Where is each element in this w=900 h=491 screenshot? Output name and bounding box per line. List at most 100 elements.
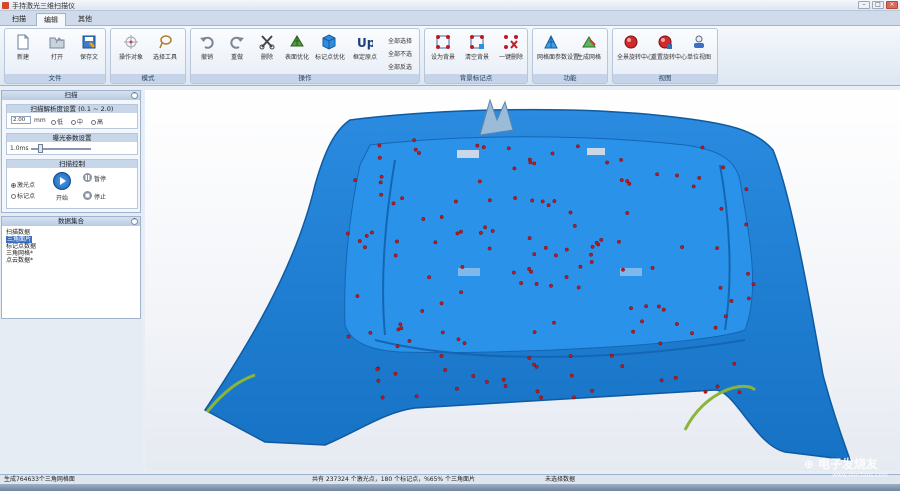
- stop-button[interactable]: [83, 191, 92, 200]
- mesh-optimize-icon: [290, 35, 304, 47]
- marker-point: [420, 309, 425, 313]
- unit-view-button[interactable]: 单位视图: [685, 34, 713, 61]
- slot-1: [458, 268, 480, 276]
- marker-point: [590, 388, 594, 393]
- marker-point: [568, 210, 573, 215]
- set-origin-button[interactable]: Up 框定原点: [351, 34, 379, 61]
- collapse-icon[interactable]: ⌃: [131, 92, 138, 99]
- marker-point: [650, 265, 655, 270]
- delete-x-icon: [504, 35, 518, 49]
- tab-edit[interactable]: 编辑: [36, 13, 66, 26]
- marker-point: [393, 371, 398, 376]
- marker-point: [357, 239, 362, 244]
- marker-point: [475, 143, 480, 148]
- surface-optimize-button[interactable]: 表面优化: [283, 34, 311, 61]
- close-button[interactable]: ×: [886, 1, 898, 9]
- marker-point: [747, 296, 751, 301]
- resolution-low-radio[interactable]: 低: [51, 117, 63, 126]
- 3d-viewport[interactable]: [145, 90, 900, 471]
- marker-point: [715, 384, 720, 389]
- undo-icon: [200, 36, 214, 49]
- marker-point: [439, 301, 444, 306]
- select-none-option[interactable]: 全部不选: [388, 49, 412, 58]
- marker-point: [368, 330, 373, 335]
- scan-model[interactable]: [145, 90, 900, 471]
- pause-button[interactable]: [83, 173, 92, 182]
- resolution-high-radio[interactable]: 高: [91, 117, 103, 126]
- group-view: 全景旋转中心 重置旋转中心 单位视图 视图: [612, 28, 718, 84]
- new-button[interactable]: 新建: [9, 34, 37, 61]
- cube-icon: [322, 34, 336, 50]
- marker-point: [690, 331, 694, 336]
- minimize-button[interactable]: –: [858, 1, 870, 9]
- tree-item-mesh[interactable]: 三角网格*: [6, 250, 36, 257]
- status-left: 生成764633个三角网格面: [4, 476, 75, 483]
- marker-point: [568, 354, 573, 358]
- red-sphere-reset-icon: [658, 35, 672, 49]
- tree-item-point-cloud[interactable]: 点云数据*: [6, 257, 36, 264]
- clear-background-label: 清空背景: [464, 54, 489, 61]
- tree-item-triangles[interactable]: 三角面片: [6, 236, 36, 243]
- one-click-delete-label: 一键删除: [498, 54, 523, 61]
- mode-laser-radio[interactable]: 激光点: [11, 180, 35, 189]
- tree-item-markers[interactable]: 标记点数据: [6, 243, 36, 250]
- marker-point: [377, 143, 382, 148]
- marker-point: [379, 174, 384, 179]
- global-rotation-center-button[interactable]: 全景旋转中心: [617, 34, 653, 61]
- mode-marker-radio[interactable]: 标记点: [11, 191, 35, 200]
- marker-point: [421, 217, 426, 221]
- clear-background-button[interactable]: 清空背景: [463, 34, 491, 61]
- delete-label: 删除: [260, 54, 273, 61]
- marker-point: [379, 192, 384, 197]
- generate-mesh-button[interactable]: 生成网格: [575, 34, 603, 61]
- mesh-settings-button[interactable]: 网格面参数设置: [537, 34, 579, 61]
- marker-point: [659, 378, 664, 383]
- marker-point: [393, 253, 398, 258]
- select-all-option[interactable]: 全部选择: [388, 36, 412, 45]
- marker-point: [619, 178, 624, 183]
- resolution-mid-radio[interactable]: 中: [71, 117, 83, 126]
- scissors-icon: [259, 35, 275, 50]
- open-label: 打开: [50, 54, 63, 61]
- one-click-delete-button[interactable]: 一键删除: [497, 34, 525, 61]
- operate-object-button[interactable]: 操作对象: [117, 34, 145, 61]
- set-background-button[interactable]: 设为背景: [429, 34, 457, 61]
- exposure-slider-thumb[interactable]: [38, 144, 43, 153]
- marker-optimize-button[interactable]: 标记点优化: [315, 34, 345, 61]
- data-panel-title: 数据集合: [58, 217, 84, 225]
- delete-button[interactable]: 删除: [253, 34, 281, 61]
- select-tool-button[interactable]: 选择工具: [151, 34, 179, 61]
- lasso-icon: [159, 35, 172, 49]
- marker-point: [506, 146, 511, 151]
- undo-button[interactable]: 撤销: [193, 34, 221, 61]
- marker-point: [391, 201, 396, 206]
- marker-point: [481, 145, 486, 150]
- marker-point: [729, 299, 734, 303]
- marker-point: [440, 330, 445, 335]
- select-tool-label: 选择工具: [152, 54, 177, 61]
- bracket-2: [457, 150, 479, 158]
- marker-point: [569, 373, 574, 378]
- status-bar: 生成764633个三角网格面 共有 237324 个激光点，180 个标记点，%…: [0, 474, 900, 484]
- pause-icon: [85, 175, 90, 180]
- tab-scan[interactable]: 扫描: [4, 13, 34, 26]
- resolution-input[interactable]: 2.00: [11, 116, 31, 124]
- marker-point: [737, 390, 742, 395]
- data-collapse-icon[interactable]: ⌃: [131, 218, 138, 225]
- redo-button[interactable]: 重做: [223, 34, 251, 61]
- tree-item-scan-data[interactable]: 扫描数据: [6, 229, 36, 236]
- maximize-button[interactable]: □: [872, 1, 884, 9]
- marker-point: [631, 329, 635, 334]
- start-button[interactable]: [53, 172, 71, 190]
- marker-point: [617, 239, 621, 244]
- select-invert-option[interactable]: 全部反选: [388, 62, 412, 71]
- group-operation-label: 操作: [191, 74, 419, 83]
- open-button[interactable]: 打开: [43, 34, 71, 61]
- tab-other[interactable]: 其他: [70, 13, 100, 26]
- marker-point: [439, 353, 444, 358]
- save-button[interactable]: 保存文: [75, 34, 103, 61]
- marker-point: [503, 384, 508, 388]
- person-view-icon: [694, 35, 704, 48]
- redo-icon: [230, 36, 244, 49]
- reset-rotation-center-button[interactable]: 重置旋转中心: [651, 34, 687, 61]
